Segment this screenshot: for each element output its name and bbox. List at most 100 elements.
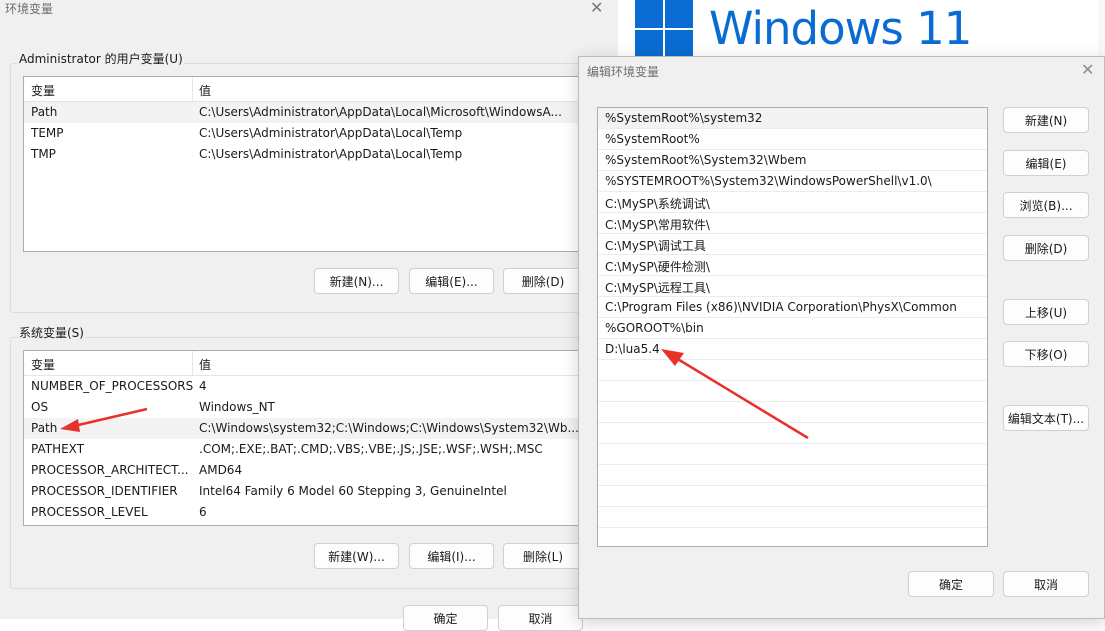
- system-edit-button[interactable]: 编辑(I)...: [409, 543, 494, 569]
- system-variables-label: 系统变量(S): [18, 324, 85, 341]
- path-item-new[interactable]: D:\lua5.4: [598, 339, 987, 360]
- variable-row[interactable]: PROCESSOR_IDENTIFIER Intel64 Family 6 Mo…: [24, 481, 584, 502]
- cancel-button[interactable]: 取消: [498, 605, 583, 631]
- variable-row[interactable]: TMP C:\Users\Administrator\AppData\Local…: [24, 144, 584, 165]
- variable-name: PATHEXT: [31, 442, 85, 456]
- path-item[interactable]: %SYSTEMROOT%\System32\WindowsPowerShell\…: [598, 171, 987, 192]
- system-new-button[interactable]: 新建(W)...: [314, 543, 399, 569]
- variable-value: C:\Users\Administrator\AppData\Local\Tem…: [199, 147, 463, 161]
- column-header-value[interactable]: 值: [199, 356, 211, 373]
- close-icon[interactable]: ✕: [590, 0, 603, 17]
- variable-value: Windows_NT: [199, 400, 275, 414]
- variable-row[interactable]: OS Windows_NT: [24, 397, 584, 418]
- path-text: C:\MySP\硬件检测\: [605, 260, 710, 274]
- windows-11-banner: Windows 11: [635, 0, 975, 58]
- path-item[interactable]: %SystemRoot%\System32\Wbem: [598, 150, 987, 171]
- system-delete-button[interactable]: 删除(L): [503, 543, 583, 569]
- path-item[interactable]: C:\MySP\常用软件\: [598, 213, 987, 234]
- system-variables-list[interactable]: 变量 值 NUMBER_OF_PROCESSORS 4 OS Windows_N…: [23, 350, 585, 526]
- variable-row[interactable]: PROCESSOR_LEVEL 6: [24, 502, 584, 523]
- path-text: C:\MySP\远程工具\: [605, 281, 710, 295]
- variable-value: C:\Windows\system32;C:\Windows;C:\Window…: [199, 421, 579, 435]
- path-list[interactable]: %SystemRoot%\system32 %SystemRoot% %Syst…: [597, 107, 988, 547]
- path-text: C:\MySP\系统调试\: [605, 197, 710, 211]
- edit-environment-variable-dialog: 编辑环境变量 ✕ %SystemRoot%\system32 %SystemRo…: [578, 56, 1105, 619]
- environment-variables-window: 环境变量 ✕ Administrator 的用户变量(U) 变量 值 Path …: [0, 0, 618, 631]
- column-divider[interactable]: [192, 351, 193, 375]
- variable-name: OS: [31, 400, 49, 414]
- empty-path-row[interactable]: [598, 423, 987, 444]
- variable-name: Path: [31, 421, 58, 435]
- user-new-button[interactable]: 新建(N)...: [314, 268, 399, 294]
- windows-logo-icon: [635, 0, 693, 58]
- variable-name: Path: [31, 105, 58, 119]
- variable-row[interactable]: NUMBER_OF_PROCESSORS 4: [24, 376, 584, 397]
- path-text: D:\lua5.4: [605, 342, 660, 356]
- variable-name: TEMP: [31, 126, 64, 140]
- list-header: 变量 值: [24, 351, 584, 376]
- variable-name: PROCESSOR_ARCHITECT...: [31, 463, 189, 477]
- variable-value: 4: [199, 379, 207, 393]
- path-item[interactable]: C:\MySP\调试工具: [598, 234, 987, 255]
- path-item[interactable]: C:\Program Files (x86)\NVIDIA Corporatio…: [598, 297, 987, 318]
- path-text: C:\MySP\常用软件\: [605, 218, 710, 232]
- windows-11-logo-text: Windows 11: [709, 2, 972, 55]
- path-item[interactable]: C:\MySP\系统调试\: [598, 192, 987, 213]
- user-variables-list[interactable]: 变量 值 Path C:\Users\Administrator\AppData…: [23, 76, 585, 252]
- empty-path-row[interactable]: [598, 465, 987, 486]
- path-item[interactable]: C:\MySP\硬件检测\: [598, 255, 987, 276]
- empty-path-row[interactable]: [598, 360, 987, 381]
- variable-value: C:\Users\Administrator\AppData\Local\Mic…: [199, 105, 562, 119]
- new-button[interactable]: 新建(N): [1003, 107, 1089, 133]
- empty-path-row[interactable]: [598, 402, 987, 423]
- ok-button[interactable]: 确定: [403, 605, 488, 631]
- variable-value: .COM;.EXE;.BAT;.CMD;.VBS;.VBE;.JS;.JSE;.…: [199, 442, 543, 456]
- path-text: %SystemRoot%: [605, 132, 700, 146]
- path-item[interactable]: %GOROOT%\bin: [598, 318, 987, 339]
- variable-name: TMP: [31, 147, 56, 161]
- edit-button[interactable]: 编辑(E): [1003, 150, 1089, 176]
- column-header-variable[interactable]: 变量: [31, 82, 55, 99]
- close-icon[interactable]: ✕: [1081, 60, 1094, 79]
- column-header-value[interactable]: 值: [199, 82, 211, 99]
- browse-button[interactable]: 浏览(B)...: [1003, 192, 1089, 218]
- variable-value: 6: [199, 505, 207, 519]
- path-item[interactable]: %SystemRoot%: [598, 129, 987, 150]
- path-item[interactable]: C:\MySP\远程工具\: [598, 276, 987, 297]
- variable-value: AMD64: [199, 463, 243, 477]
- edit-text-button[interactable]: 编辑文本(T)...: [1003, 405, 1089, 431]
- path-text: C:\Program Files (x86)\NVIDIA Corporatio…: [605, 300, 957, 314]
- variable-row[interactable]: TEMP C:\Users\Administrator\AppData\Loca…: [24, 123, 584, 144]
- variable-row[interactable]: PATHEXT .COM;.EXE;.BAT;.CMD;.VBS;.VBE;.J…: [24, 439, 584, 460]
- move-down-button[interactable]: 下移(O): [1003, 341, 1089, 367]
- user-variables-label: Administrator 的用户变量(U): [18, 50, 184, 67]
- empty-path-row[interactable]: [598, 381, 987, 402]
- empty-path-row[interactable]: [598, 486, 987, 507]
- window-title: 环境变量: [5, 2, 54, 16]
- variable-row[interactable]: Path C:\Users\Administrator\AppData\Loca…: [24, 102, 584, 123]
- column-divider[interactable]: [192, 77, 193, 101]
- path-text: %GOROOT%\bin: [605, 321, 704, 335]
- path-text: %SystemRoot%\System32\Wbem: [605, 153, 807, 167]
- variable-row[interactable]: PROCESSOR_ARCHITECT... AMD64: [24, 460, 584, 481]
- path-text: C:\MySP\调试工具: [605, 239, 706, 253]
- cancel-button[interactable]: 取消: [1003, 571, 1089, 597]
- dialog-title: 编辑环境变量: [587, 65, 660, 79]
- variable-name: PROCESSOR_IDENTIFIER: [31, 484, 178, 498]
- variable-name: PROCESSOR_LEVEL: [31, 505, 148, 519]
- empty-path-row[interactable]: [598, 444, 987, 465]
- list-header: 变量 值: [24, 77, 584, 102]
- user-edit-button[interactable]: 编辑(E)...: [409, 268, 494, 294]
- variable-name: NUMBER_OF_PROCESSORS: [31, 379, 194, 393]
- move-up-button[interactable]: 上移(U): [1003, 299, 1089, 325]
- path-text: %SystemRoot%\system32: [605, 111, 763, 125]
- empty-path-row[interactable]: [598, 507, 987, 528]
- path-item[interactable]: %SystemRoot%\system32: [598, 108, 987, 129]
- delete-button[interactable]: 删除(D): [1003, 235, 1089, 261]
- column-header-variable[interactable]: 变量: [31, 356, 55, 373]
- variable-row-path[interactable]: Path C:\Windows\system32;C:\Windows;C:\W…: [24, 418, 584, 439]
- ok-button[interactable]: 确定: [908, 571, 994, 597]
- user-delete-button[interactable]: 删除(D): [503, 268, 583, 294]
- path-text: %SYSTEMROOT%\System32\WindowsPowerShell\…: [605, 174, 932, 188]
- variable-value: C:\Users\Administrator\AppData\Local\Tem…: [199, 126, 463, 140]
